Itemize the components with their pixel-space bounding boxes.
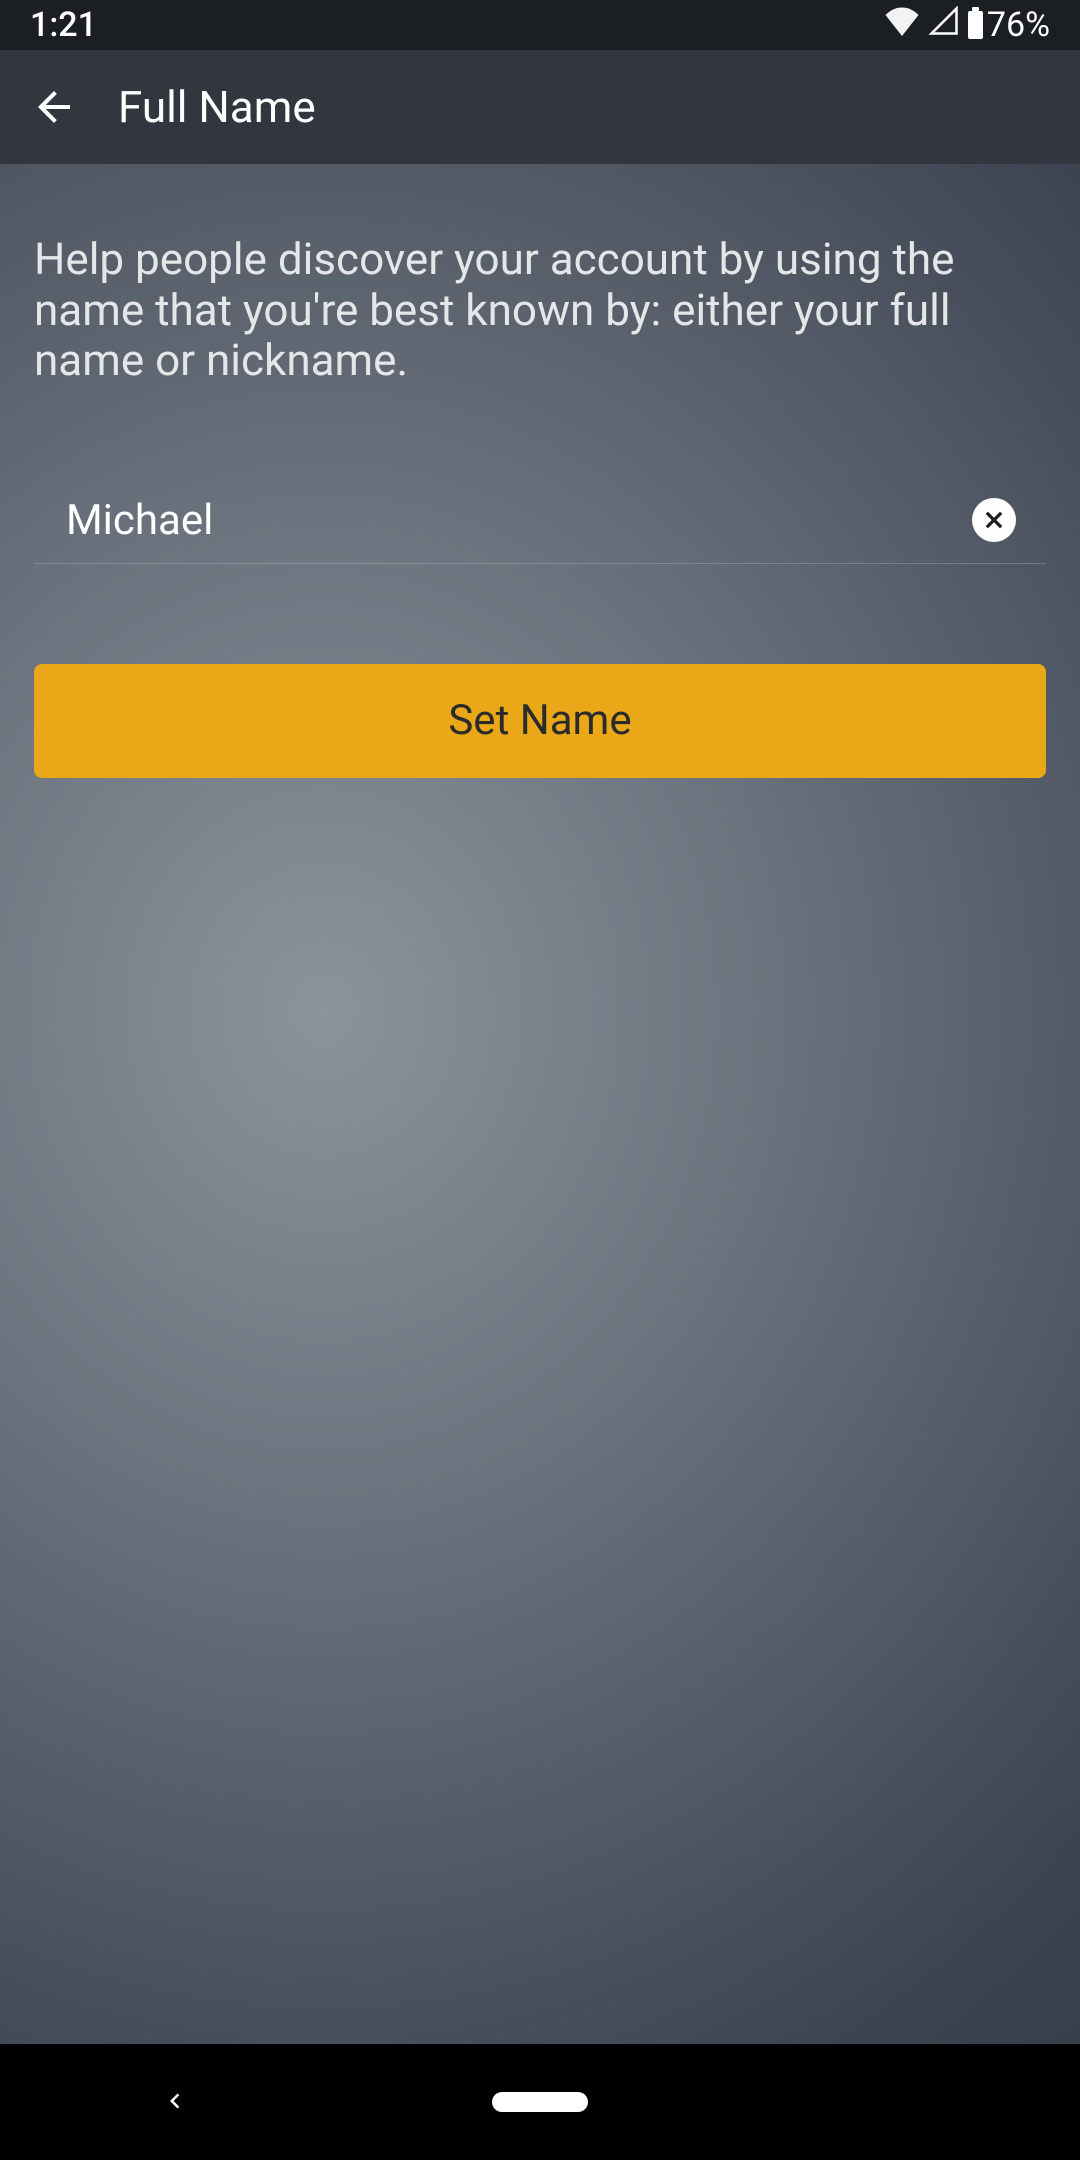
home-indicator[interactable]: [492, 2092, 588, 2112]
navigation-bar: [0, 2044, 1080, 2160]
name-input-container: [34, 496, 1046, 564]
status-time: 1:21: [30, 5, 97, 45]
chevron-left-icon: [160, 2086, 190, 2116]
status-icons: 76%: [884, 5, 1050, 45]
close-icon: [981, 507, 1007, 533]
set-name-button[interactable]: Set Name: [34, 664, 1046, 778]
wifi-icon: [884, 5, 920, 45]
battery-icon: 76%: [968, 5, 1050, 45]
name-input[interactable]: [66, 496, 972, 545]
description-text: Help people discover your account by usi…: [34, 234, 1046, 386]
arrow-left-icon: [30, 83, 78, 131]
battery-percentage: 76%: [987, 5, 1050, 45]
nav-back-button[interactable]: [160, 2086, 190, 2119]
cell-signal-icon: [928, 5, 960, 45]
clear-button[interactable]: [972, 498, 1016, 542]
app-bar: Full Name: [0, 50, 1080, 164]
main-content: Help people discover your account by usi…: [0, 164, 1080, 2044]
back-button[interactable]: [30, 83, 78, 131]
page-title: Full Name: [118, 81, 316, 133]
status-bar: 1:21 76%: [0, 0, 1080, 50]
